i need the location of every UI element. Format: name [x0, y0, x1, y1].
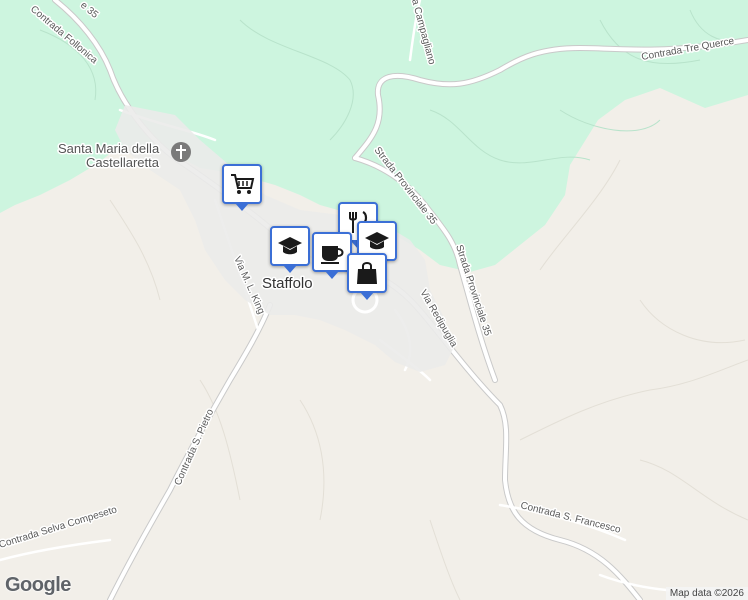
shop-marker[interactable] [347, 253, 387, 300]
shopping-cart-icon [231, 174, 255, 194]
church-label-line2[interactable]: Castellaretta [85, 154, 162, 172]
town-label[interactable]: Staffolo [261, 274, 315, 294]
coffee-cup-icon [321, 246, 344, 264]
school-marker-west[interactable] [270, 226, 310, 273]
google-logo: Google [5, 574, 71, 596]
church-label-line1[interactable]: Santa Maria della [57, 140, 162, 158]
map-canvas[interactable]: Santa Maria della Castellaretta Staffolo… [0, 0, 748, 600]
graduation-cap-icon [278, 237, 302, 255]
cafe-marker[interactable] [312, 232, 352, 279]
shopping-bag-icon [357, 262, 377, 284]
map-attribution[interactable]: Map data ©2026 [665, 587, 748, 600]
church-poi[interactable] [171, 142, 191, 162]
supermarket-marker[interactable] [222, 164, 262, 211]
graduation-cap-icon [365, 232, 389, 250]
